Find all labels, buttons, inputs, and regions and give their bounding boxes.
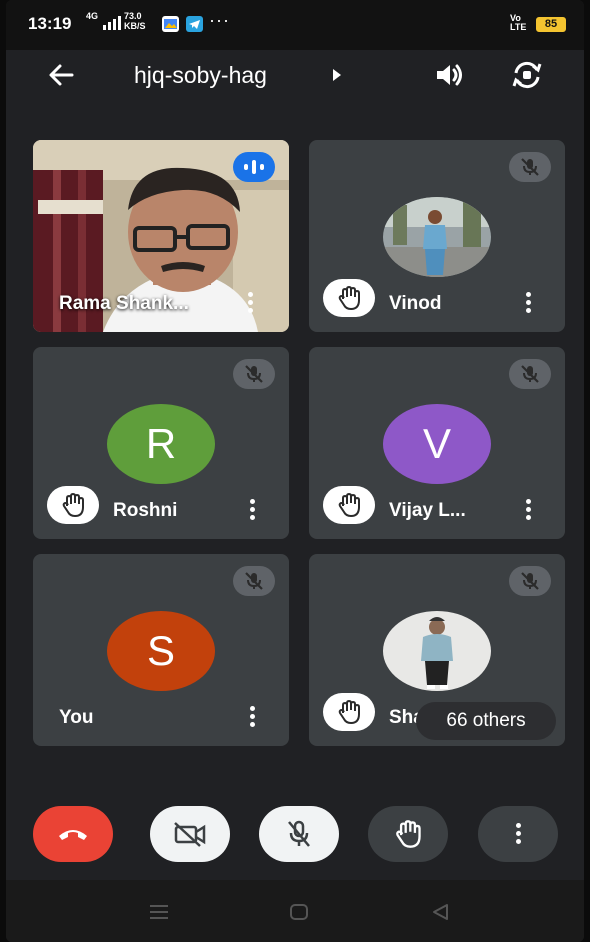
signal-icon [103, 16, 121, 30]
participant-tile[interactable]: Vinod [309, 140, 565, 332]
raised-hand-icon [323, 486, 375, 524]
back-arrow-icon[interactable] [46, 60, 76, 95]
meeting-info-arrow-icon[interactable] [331, 68, 343, 87]
mic-off-icon [509, 152, 551, 182]
mic-off-icon [233, 566, 275, 596]
status-time: 13:19 [28, 14, 72, 33]
more-options-button[interactable] [478, 806, 558, 862]
participant-tile[interactable]: S You [33, 554, 289, 746]
system-nav-bar [6, 880, 584, 942]
participant-tile[interactable]: R Roshni [33, 347, 289, 539]
participant-name: Vijay L... [389, 500, 466, 521]
network-speed: 73.0 KB/S [124, 11, 146, 31]
participant-name: Roshni [113, 500, 178, 521]
end-call-icon [59, 830, 87, 840]
participant-photo [383, 611, 491, 691]
raised-hand-icon [47, 486, 99, 524]
network-type: 4G [86, 11, 99, 21]
mic-off-icon [288, 820, 310, 847]
recent-apps-icon[interactable] [149, 904, 169, 925]
meet-screen: 13:19 4G 73.0 KB/S ··· Vo LTE 85 hjq-sob… [6, 0, 584, 942]
participant-name: Vinod [389, 293, 442, 314]
raise-hand-button[interactable] [368, 806, 448, 862]
participant-avatar: S [107, 611, 215, 691]
raise-hand-icon [396, 820, 421, 848]
camera-toggle-button[interactable] [150, 806, 230, 862]
participant-photo [383, 197, 491, 277]
status-bar: 13:19 4G 73.0 KB/S ··· Vo LTE 85 [6, 0, 584, 50]
more-options-icon[interactable] [249, 706, 255, 728]
participant-avatar: R [107, 404, 215, 484]
speaker-icon[interactable] [434, 61, 466, 94]
participant-avatar: V [383, 404, 491, 484]
more-options-icon[interactable] [525, 292, 531, 314]
speed-unit: KB/S [124, 21, 146, 31]
telegram-icon [186, 16, 203, 32]
participant-tile[interactable]: Rama Shank... [33, 140, 289, 332]
mic-off-icon [509, 359, 551, 389]
back-nav-icon[interactable] [430, 902, 450, 927]
volte-indicator: Vo LTE [510, 13, 527, 32]
battery-indicator: 85 [536, 17, 566, 32]
more-vert-icon [515, 823, 521, 845]
participant-tile[interactable]: V Vijay L... [309, 347, 565, 539]
home-icon[interactable] [289, 902, 309, 927]
others-count-badge[interactable]: 66 others [416, 702, 556, 740]
speaking-indicator-icon [233, 152, 275, 182]
switch-camera-icon[interactable] [510, 60, 544, 95]
more-options-icon[interactable] [525, 499, 531, 521]
microphone-toggle-button[interactable] [259, 806, 339, 862]
mic-off-icon [509, 566, 551, 596]
meeting-header: hjq-soby-hag [6, 50, 584, 100]
raised-hand-icon [323, 693, 375, 731]
more-options-icon[interactable] [249, 499, 255, 521]
participant-name: Rama Shank... [59, 293, 189, 314]
mic-off-icon [233, 359, 275, 389]
end-call-button[interactable] [33, 806, 113, 862]
raised-hand-icon [323, 279, 375, 317]
speed-value: 73.0 [124, 11, 142, 21]
more-notifications-icon: ··· [209, 10, 230, 30]
gallery-icon [162, 16, 179, 32]
more-options-icon[interactable] [247, 292, 253, 314]
participant-name: You [59, 707, 94, 728]
meeting-code[interactable]: hjq-soby-hag [134, 62, 267, 89]
camera-off-icon [174, 822, 206, 847]
